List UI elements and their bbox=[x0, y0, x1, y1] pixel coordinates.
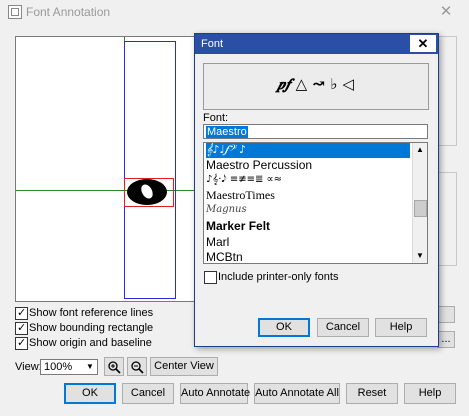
show-origin-baseline-checkbox[interactable] bbox=[15, 336, 28, 350]
partial-button-upper[interactable] bbox=[437, 306, 455, 323]
partial-browse-button[interactable]: ... bbox=[437, 331, 455, 348]
font-list[interactable]: 𝄞♪♩𝆑𝄢 ♪ Maestro Percussion ♪𝄞·𝅘𝅥𝅮 ≡≢≡≣ ∝… bbox=[203, 142, 428, 264]
show-bounding-rectangle-label: Show bounding rectangle bbox=[29, 322, 154, 334]
font-dialog: Font ✕ 𝆏𝆑 △ ↝ ♭ ◁ Font: Maestro 𝄞♪♩𝆑𝄢 ♪ … bbox=[194, 33, 439, 347]
zoom-select[interactable]: 100% ▼ bbox=[40, 359, 98, 375]
font-ok-button[interactable]: OK bbox=[258, 318, 310, 337]
ok-button[interactable]: OK bbox=[64, 383, 116, 404]
group-box-upper bbox=[437, 36, 457, 146]
font-preview-text: 𝆏𝆑 △ ↝ ♭ ◁ bbox=[277, 75, 355, 93]
zoom-value: 100% bbox=[44, 361, 73, 373]
show-origin-baseline-label: Show origin and baseline bbox=[29, 337, 152, 349]
font-list-item[interactable]: Magnus bbox=[206, 203, 410, 218]
font-name-input[interactable]: Maestro bbox=[203, 124, 428, 139]
center-view-button[interactable]: Center View bbox=[150, 357, 218, 376]
chevron-down-icon: ▼ bbox=[86, 362, 94, 371]
window-title: Font Annotation bbox=[26, 5, 111, 19]
include-printer-only-checkbox[interactable] bbox=[204, 271, 217, 284]
app-icon bbox=[8, 5, 22, 19]
close-icon[interactable]: ✕ bbox=[410, 35, 436, 52]
font-list-item[interactable]: MaestroTimes bbox=[206, 188, 410, 203]
font-list-item[interactable]: Maestro Percussion bbox=[206, 158, 410, 173]
auto-annotate-button[interactable]: Auto Annotate bbox=[180, 383, 250, 404]
zoom-in-icon bbox=[108, 361, 121, 374]
show-font-reference-lines-checkbox[interactable] bbox=[15, 306, 28, 320]
font-list-item[interactable]: ♪𝄞·𝅘𝅥𝅮 ≡≢≡≣ ∝≈ bbox=[206, 173, 410, 188]
auto-annotate-all-button[interactable]: Auto Annotate All bbox=[254, 383, 340, 404]
show-font-reference-lines-label: Show font reference lines bbox=[29, 307, 154, 319]
font-list-item[interactable]: 𝄞♪♩𝆑𝄢 ♪ bbox=[206, 143, 410, 158]
help-button[interactable]: Help bbox=[404, 383, 456, 404]
font-cancel-button[interactable]: Cancel bbox=[317, 318, 369, 337]
scroll-up-icon[interactable]: ▲ bbox=[413, 143, 427, 157]
font-dialog-title: Font bbox=[201, 38, 224, 50]
view-label: View: bbox=[15, 361, 42, 373]
font-reference-rect bbox=[124, 41, 176, 299]
group-box-lower bbox=[437, 172, 457, 266]
font-list-item[interactable]: Marl bbox=[206, 235, 410, 250]
show-bounding-rectangle-checkbox[interactable] bbox=[15, 321, 28, 335]
cancel-button[interactable]: Cancel bbox=[122, 383, 174, 404]
font-list-item[interactable]: Marker Felt bbox=[206, 219, 410, 234]
scroll-thumb[interactable] bbox=[414, 200, 427, 217]
font-name-value: Maestro bbox=[206, 126, 248, 138]
font-help-button[interactable]: Help bbox=[375, 318, 427, 337]
font-preview-box: 𝆏𝆑 △ ↝ ♭ ◁ bbox=[203, 63, 429, 110]
font-label: Font: bbox=[203, 112, 229, 124]
zoom-in-button[interactable] bbox=[104, 357, 124, 376]
scroll-down-icon[interactable]: ▼ bbox=[413, 249, 427, 263]
font-list-scrollbar[interactable]: ▲ ▼ bbox=[412, 143, 427, 263]
title-bar: Font Annotation ✕ bbox=[0, 0, 469, 24]
close-icon[interactable]: ✕ bbox=[432, 2, 460, 22]
zoom-out-icon bbox=[131, 361, 144, 374]
reset-button[interactable]: Reset bbox=[346, 383, 398, 404]
zoom-out-button[interactable] bbox=[127, 357, 147, 376]
font-dialog-title-bar: Font ✕ bbox=[195, 34, 438, 54]
font-list-item[interactable]: MCBtn bbox=[206, 250, 410, 263]
glyph-shape bbox=[127, 179, 167, 205]
include-printer-only-label: Include printer-only fonts bbox=[218, 271, 339, 283]
